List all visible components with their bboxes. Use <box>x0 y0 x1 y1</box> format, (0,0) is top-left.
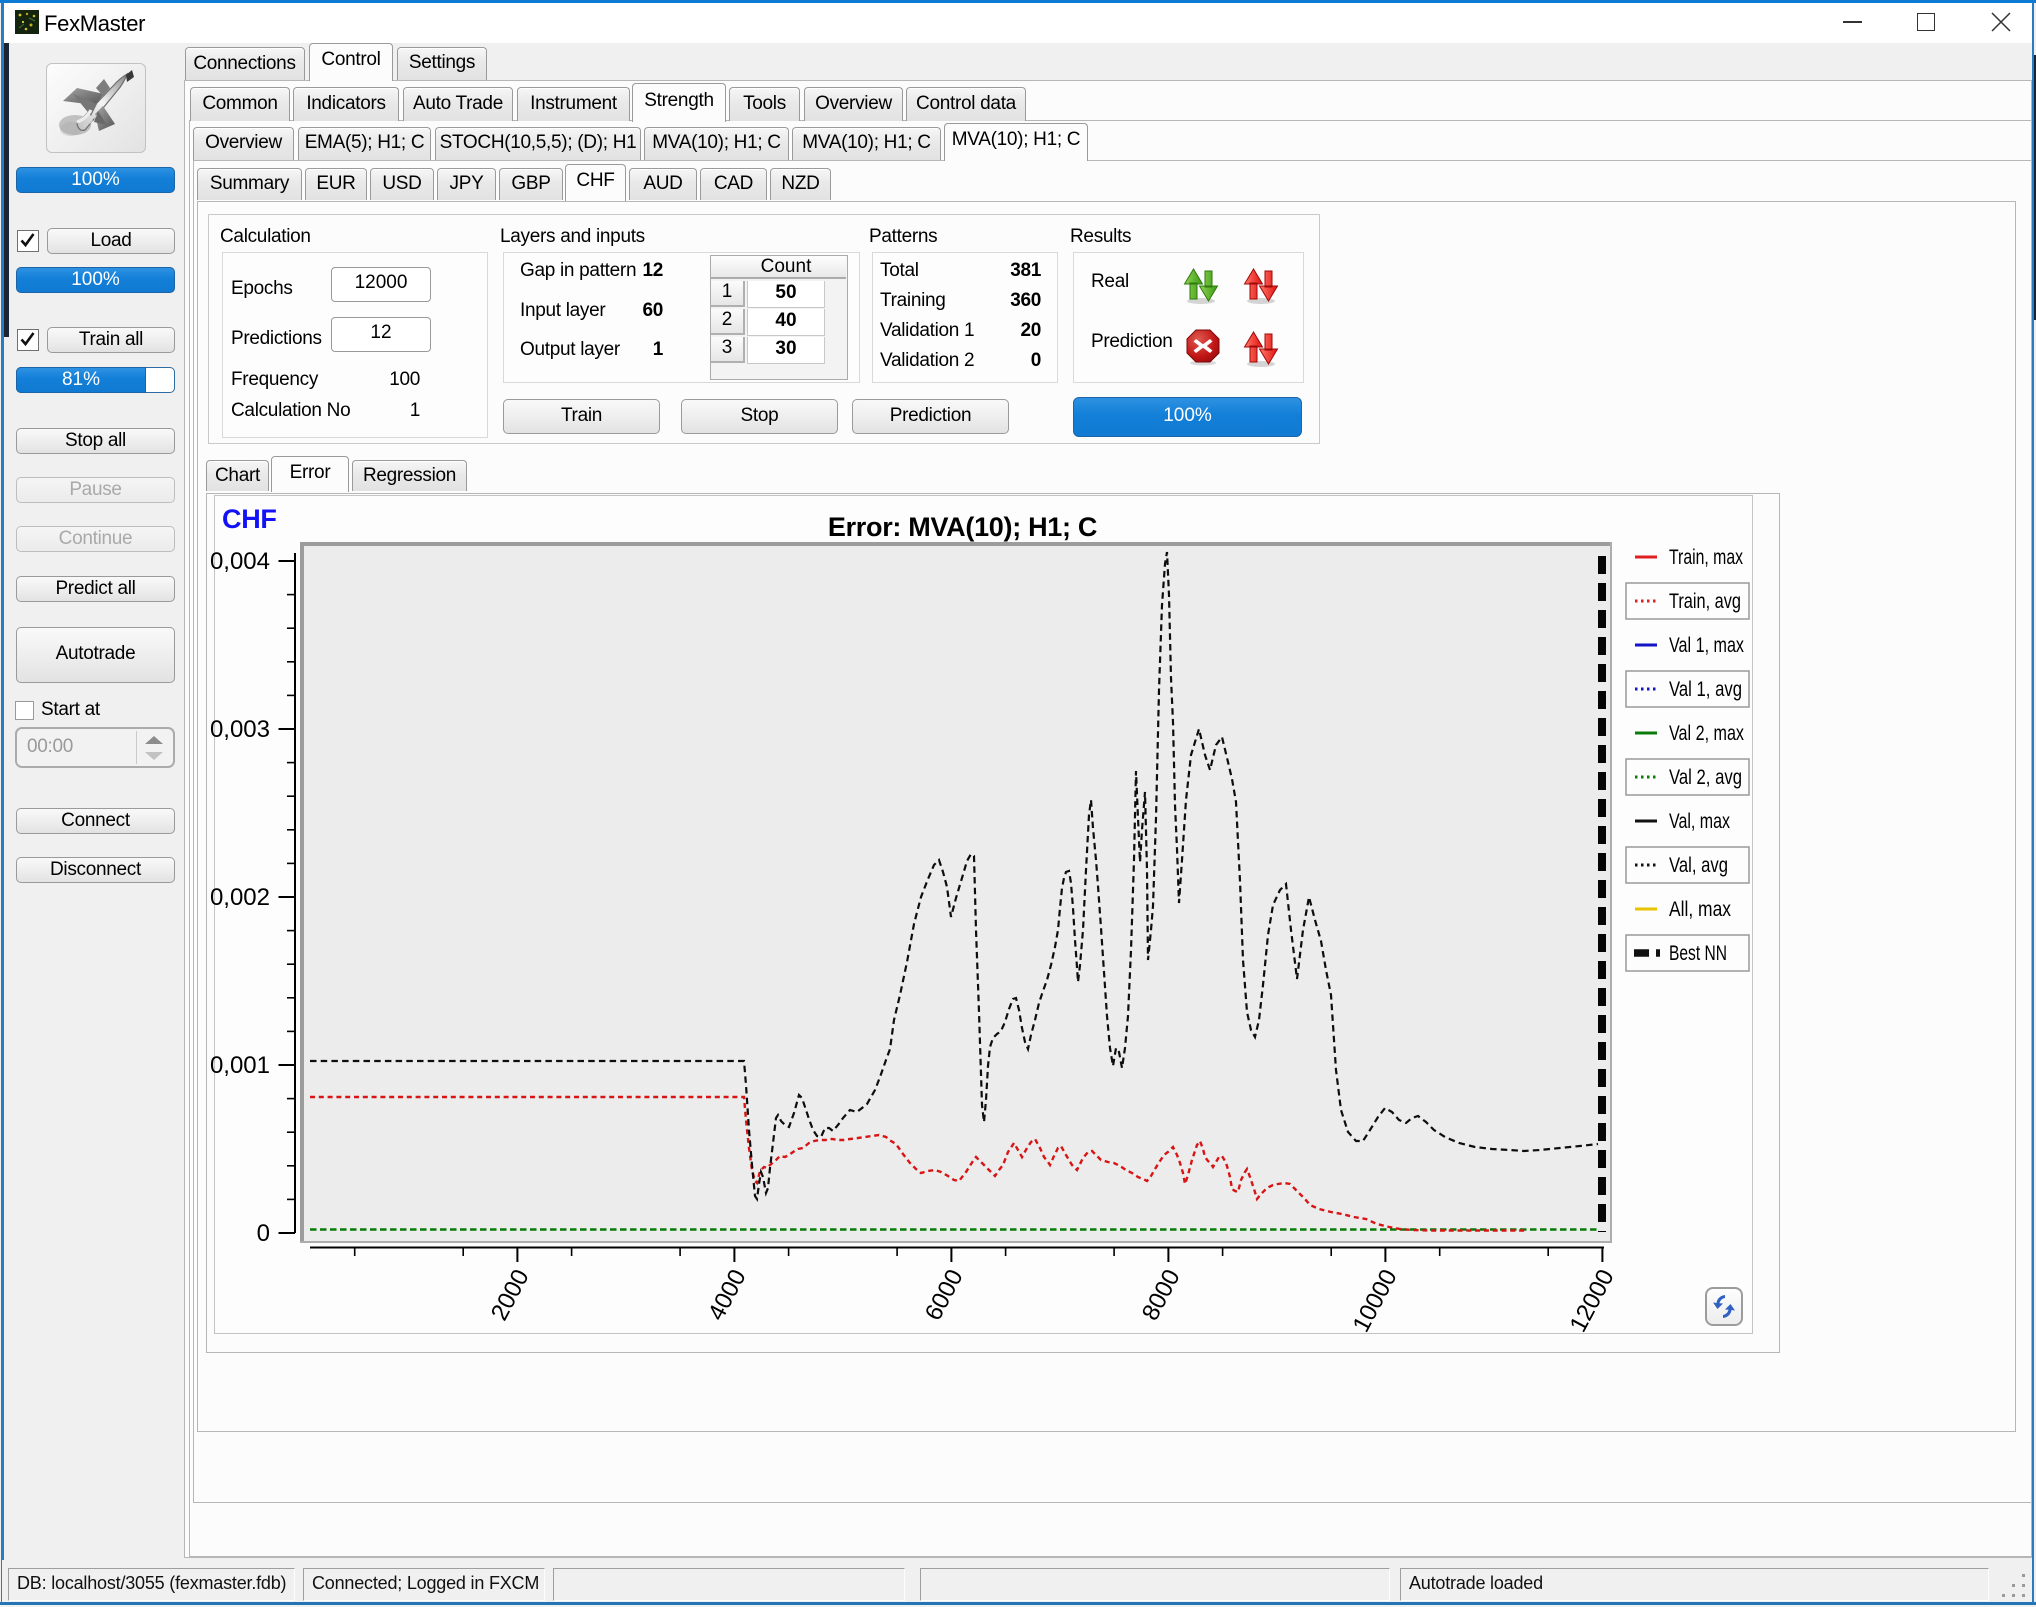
svg-text:Best NN: Best NN <box>1669 942 1727 965</box>
svg-text:0,001: 0,001 <box>210 1052 270 1079</box>
svg-text:Val, avg: Val, avg <box>1669 854 1728 877</box>
svg-text:8000: 8000 <box>1137 1265 1186 1325</box>
svg-text:0: 0 <box>257 1220 270 1247</box>
svg-text:Val, max: Val, max <box>1669 810 1730 833</box>
svg-text:Val 1, avg: Val 1, avg <box>1669 678 1742 701</box>
svg-text:Val 2, avg: Val 2, avg <box>1669 766 1742 789</box>
svg-text:Train, max: Train, max <box>1669 546 1743 569</box>
svg-text:10000: 10000 <box>1348 1265 1403 1337</box>
svg-text:0,002: 0,002 <box>210 884 270 911</box>
svg-text:Val 2, max: Val 2, max <box>1669 722 1744 745</box>
svg-text:All, max: All, max <box>1669 898 1731 921</box>
svg-text:Val 1, max: Val 1, max <box>1669 634 1744 657</box>
svg-text:12000: 12000 <box>1565 1265 1620 1337</box>
svg-text:4000: 4000 <box>703 1265 752 1325</box>
svg-text:Train, avg: Train, avg <box>1669 590 1741 613</box>
svg-text:0,003: 0,003 <box>210 716 270 743</box>
svg-text:6000: 6000 <box>920 1265 969 1325</box>
svg-text:0,004: 0,004 <box>210 548 270 575</box>
svg-text:2000: 2000 <box>486 1265 535 1325</box>
